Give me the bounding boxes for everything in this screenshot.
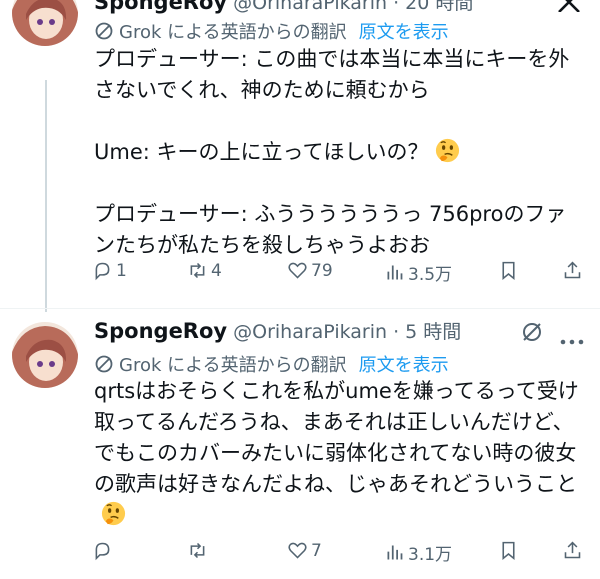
- reply-button[interactable]: [92, 540, 116, 561]
- translate-icon: [95, 355, 113, 373]
- analytics-icon: [387, 265, 403, 280]
- user-handle[interactable]: @OriharaPikarin: [233, 0, 387, 14]
- like-button[interactable]: 7: [287, 540, 322, 561]
- bookmark-button[interactable]: [498, 260, 522, 281]
- like-button[interactable]: 79: [287, 260, 333, 281]
- thinking-face-emoji: [101, 501, 126, 526]
- timestamp[interactable]: 5 時間: [405, 317, 461, 344]
- heart-icon: [288, 542, 307, 559]
- share-button[interactable]: [562, 540, 586, 561]
- bookmark-icon: [502, 261, 515, 281]
- show-original-link[interactable]: 原文を表示: [359, 18, 449, 44]
- timestamp[interactable]: 20 時間: [405, 0, 473, 15]
- views-count: 3.1万: [408, 545, 453, 565]
- reply-icon: [95, 542, 110, 561]
- separator-dot: ·: [393, 0, 400, 14]
- translation-label: Grok による英語からの翻訳: [119, 22, 347, 43]
- like-count: 7: [311, 540, 322, 561]
- thinking-face-emoji: [436, 138, 460, 163]
- tweet-paragraph: プロデューサー: ふううううううっ 756proのファンたちが私たちを殺しちゃう…: [94, 202, 567, 257]
- repost-icon: [190, 542, 205, 559]
- views-button[interactable]: 3.5万: [384, 260, 452, 285]
- reply-count: 1: [116, 260, 127, 281]
- close-icon[interactable]: [556, 0, 582, 16]
- tweet-text: qrtsはおそらくこれを私がumeを嫌ってるって受け取ってるんだろうね、まあそれ…: [94, 376, 584, 531]
- tweet-paragraph: プロデューサー: この曲では本当に本当にキーを外さないでくれ、神のために頼むから: [94, 47, 570, 102]
- views-count: 3.5万: [408, 265, 453, 285]
- tweet-paragraph: qrtsはおそらくこれを私がumeを嫌ってるって受け取ってるんだろうね、まあそれ…: [94, 379, 579, 496]
- tweet-1[interactable]: SpongeRoy @OriharaPikarin · 20 時間 Grok に…: [0, 0, 600, 312]
- show-original-link[interactable]: 原文を表示: [359, 351, 449, 377]
- grok-icon[interactable]: [520, 320, 544, 348]
- share-icon: [564, 541, 581, 559]
- bookmark-icon: [502, 541, 515, 561]
- bookmark-button[interactable]: [498, 540, 522, 561]
- user-handle[interactable]: @OriharaPikarin: [233, 321, 387, 343]
- display-name[interactable]: SpongeRoy: [94, 319, 227, 343]
- repost-button[interactable]: [187, 540, 211, 561]
- repost-icon: [190, 262, 205, 279]
- display-name[interactable]: SpongeRoy: [94, 0, 227, 14]
- avatar[interactable]: [12, 322, 78, 388]
- tweet-text: プロデューサー: この曲では本当に本当にキーを外さないでくれ、神のために頼むから…: [94, 44, 584, 261]
- thread-line: [45, 80, 47, 312]
- separator-dot: ·: [393, 321, 400, 343]
- more-options-icon[interactable]: [560, 330, 584, 349]
- reply-button[interactable]: 1: [92, 260, 127, 281]
- tweet-2[interactable]: SpongeRoy @OriharaPikarin · 5 時間 Grok によ…: [0, 309, 600, 579]
- reply-icon: [95, 262, 110, 281]
- views-button[interactable]: 3.1万: [384, 540, 452, 565]
- translation-label: Grok による英語からの翻訳: [119, 355, 347, 376]
- analytics-icon: [387, 545, 403, 560]
- tweet-paragraph: Ume: キーの上に立ってほしいの？: [94, 140, 429, 164]
- repost-count: 4: [211, 260, 222, 281]
- repost-button[interactable]: 4: [187, 260, 222, 281]
- share-button[interactable]: [562, 260, 586, 281]
- translate-icon: [95, 22, 113, 40]
- heart-icon: [288, 262, 307, 279]
- avatar[interactable]: [12, 0, 78, 46]
- share-icon: [564, 261, 581, 279]
- like-count: 79: [311, 260, 333, 281]
